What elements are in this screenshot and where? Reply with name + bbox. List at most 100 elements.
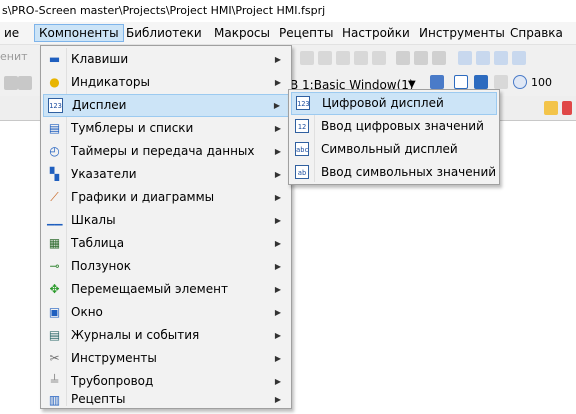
window-view-icon[interactable]: [454, 75, 468, 89]
bring-front-icon[interactable]: [494, 51, 508, 65]
menu-item-pipe[interactable]: ╧ Трубопровод ▶: [43, 370, 289, 393]
menu-item-tools[interactable]: ✂ Инструменты ▶: [43, 347, 289, 370]
bulb-icon: ●: [49, 75, 60, 89]
same-height-icon[interactable]: [414, 51, 428, 65]
menu-item-keys[interactable]: ▬ Клавиши ▶: [43, 48, 289, 71]
menu-item-label: Тумблеры и списки: [71, 121, 194, 135]
same-size-icon[interactable]: [432, 51, 446, 65]
menu-item-label: Окно: [71, 305, 103, 319]
menu-item-indicators[interactable]: ● Индикаторы ▶: [43, 71, 289, 94]
move-icon: ✥: [49, 282, 60, 296]
window-icon: ▣: [48, 305, 61, 319]
log-icon: ▤: [48, 328, 61, 342]
pipe-icon: ╧: [50, 374, 59, 388]
window-close-icon[interactable]: [494, 75, 508, 89]
menu-item-label: Указатели: [71, 167, 137, 181]
tools-icon: ✂: [49, 351, 60, 365]
numeric-display-icon: 123: [296, 96, 310, 110]
window-popup-icon[interactable]: [474, 75, 488, 89]
menu-item-pointers[interactable]: ▚ Указатели ▶: [43, 163, 289, 186]
submenu-item-text-display[interactable]: abc Символьный дисплей: [291, 138, 497, 161]
submenu-arrow-icon: ▶: [274, 285, 281, 294]
menu-item-label: Дисплеи: [72, 98, 127, 112]
menu-item-label: Графики и диаграммы: [71, 190, 215, 204]
submenu-arrow-icon: ▶: [274, 354, 281, 363]
numeric-input-icon: 12: [295, 119, 309, 133]
menu-item-label: Шкалы: [71, 213, 116, 227]
magic-icon[interactable]: [544, 101, 558, 115]
menu-item-components[interactable]: Компоненты: [34, 24, 124, 42]
submenu-item-numeric-input[interactable]: 12 Ввод цифровых значений: [291, 115, 497, 138]
components-menu: ▬ Клавиши ▶ ● Индикаторы ▶ 123 Дисплеи ▶…: [40, 45, 292, 409]
menu-item-help[interactable]: Справка: [506, 24, 567, 42]
menu-item-displays[interactable]: 123 Дисплеи ▶: [43, 94, 289, 117]
submenu-arrow-icon: ▶: [274, 331, 281, 340]
menu-item-logs[interactable]: ▤ Журналы и события ▶: [43, 324, 289, 347]
submenu-arrow-icon: ▶: [274, 55, 281, 64]
menu-item-label: Рецепты: [71, 392, 126, 406]
layer-down-icon[interactable]: [476, 51, 490, 65]
pointer-icon: ▚: [49, 167, 60, 181]
menu-item-label: Таймеры и передача данных: [71, 144, 255, 158]
submenu-arrow-icon: ▶: [274, 78, 281, 87]
toolbar-left-fragment: енит: [0, 50, 28, 63]
zoom-level[interactable]: 100: [531, 76, 552, 89]
menu-item-timers[interactable]: ◴ Таймеры и передача данных ▶: [43, 140, 289, 163]
menu-item-tools[interactable]: Инструменты: [415, 24, 509, 42]
submenu-arrow-icon: ▶: [274, 262, 281, 271]
menu-item-switches[interactable]: ▤ Тумблеры и списки ▶: [43, 117, 289, 140]
submenu-arrow-icon: ▶: [274, 147, 281, 156]
table-icon: ▦: [48, 236, 61, 250]
menu-item-scales[interactable]: ▁▁ Шкалы ▶: [43, 209, 289, 232]
submenu-arrow-icon: ▶: [273, 101, 280, 110]
align-left-icon[interactable]: [300, 51, 314, 65]
menu-item-table[interactable]: ▦ Таблица ▶: [43, 232, 289, 255]
submenu-arrow-icon: ▶: [274, 377, 281, 386]
toolbar-grip-icon-2: [18, 76, 32, 90]
menu-item-partial[interactable]: ие: [0, 24, 23, 42]
menu-item-libraries[interactable]: Библиотеки: [122, 24, 206, 42]
menu-item-charts[interactable]: ⟋ Графики и диаграммы ▶: [43, 186, 289, 209]
window-go-icon[interactable]: [430, 75, 444, 89]
menu-item-recipes-sub[interactable]: ▥ Рецепты ▶: [43, 392, 289, 408]
submenu-item-text-input[interactable]: ab Ввод символьных значений: [291, 161, 497, 184]
scale-icon: ▁▁: [47, 215, 63, 226]
displays-submenu: 123 Цифровой дисплей 12 Ввод цифровых зн…: [288, 89, 500, 185]
submenu-item-label: Ввод цифровых значений: [321, 119, 484, 133]
keys-icon: ▬: [48, 52, 61, 66]
submenu-arrow-icon: ▶: [274, 239, 281, 248]
submenu-arrow-icon: ▶: [274, 308, 281, 317]
align-bottom-icon[interactable]: [372, 51, 386, 65]
menu-bar: ие Компоненты Библиотеки Макросы Рецепты…: [0, 22, 576, 44]
timer-icon: ◴: [49, 144, 60, 158]
slider-icon: ⊸: [49, 259, 60, 273]
switch-list-icon: ▤: [48, 121, 61, 135]
menu-item-movable[interactable]: ✥ Перемещаемый элемент ▶: [43, 278, 289, 301]
menu-item-label: Клавиши: [71, 52, 129, 66]
layer-up-icon[interactable]: [458, 51, 472, 65]
submenu-item-label: Ввод символьных значений: [321, 165, 497, 179]
menu-item-recipes[interactable]: Рецепты: [275, 24, 337, 42]
recipe-icon: ▥: [48, 393, 61, 407]
submenu-arrow-icon: ▶: [274, 193, 281, 202]
text-input-icon: ab: [295, 165, 309, 179]
menu-item-window[interactable]: ▣ Окно ▶: [43, 301, 289, 324]
send-back-icon[interactable]: [512, 51, 526, 65]
menu-item-label: Трубопровод: [71, 374, 154, 388]
menu-item-settings[interactable]: Настройки: [338, 24, 414, 42]
align-center-icon[interactable]: [318, 51, 332, 65]
menu-item-label: Перемещаемый элемент: [71, 282, 228, 296]
display-123-icon: 123: [48, 98, 63, 113]
menu-item-label: Инструменты: [71, 351, 157, 365]
submenu-arrow-icon: ▶: [274, 395, 281, 404]
delete-icon[interactable]: [562, 101, 572, 115]
window-title: s\PRO-Screen master\Projects\Project HMI…: [0, 0, 576, 22]
align-right-icon[interactable]: [336, 51, 350, 65]
menu-item-slider[interactable]: ⊸ Ползунок ▶: [43, 255, 289, 278]
same-width-icon[interactable]: [396, 51, 410, 65]
menu-item-label: Журналы и события: [71, 328, 200, 342]
align-top-icon[interactable]: [354, 51, 368, 65]
zoom-icon[interactable]: [513, 75, 527, 89]
menu-item-macros[interactable]: Макросы: [210, 24, 274, 42]
submenu-item-numeric-display[interactable]: 123 Цифровой дисплей: [291, 92, 497, 115]
